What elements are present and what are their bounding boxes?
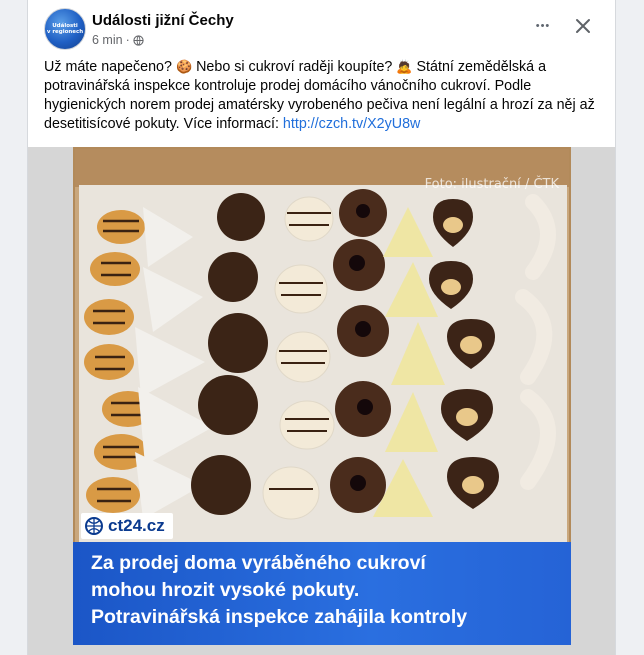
close-icon bbox=[576, 19, 590, 33]
page-avatar[interactable]: Události v regionech bbox=[44, 8, 86, 50]
logo-text: ct24.cz bbox=[108, 516, 165, 535]
post-link[interactable]: http://czch.tv/X2yU8w bbox=[283, 116, 420, 132]
more-button[interactable]: ••• bbox=[529, 12, 557, 40]
cookie-emoji: 🍪 bbox=[175, 60, 193, 75]
post-meta: 6 min · bbox=[92, 33, 144, 47]
post-time[interactable]: 6 min bbox=[92, 33, 123, 47]
post-media[interactable]: Foto: ilustrační / ČTK ct24.cz Za prodej… bbox=[28, 147, 615, 655]
news-headline-banner: Za prodej doma vyráběného cukroví mohou … bbox=[73, 542, 571, 645]
close-button[interactable] bbox=[569, 12, 597, 40]
post-card: Události v regionech Události jižní Čech… bbox=[27, 0, 616, 655]
meta-separator: · bbox=[125, 33, 130, 47]
photo-credit: Foto: ilustrační / ČTK bbox=[424, 177, 559, 192]
ct24-logo: ct24.cz bbox=[81, 513, 173, 539]
cookies-photo: Foto: ilustrační / ČTK ct24.cz Za prodej… bbox=[73, 147, 571, 645]
headline-line-3: Potravinářská inspekce zahájila kontroly bbox=[91, 606, 468, 628]
headline-line-1: Za prodej doma vyráběného cukroví bbox=[91, 552, 426, 574]
more-icon: ••• bbox=[535, 20, 551, 32]
post-text-part2: Nebo si cukroví raději koupíte? bbox=[192, 59, 397, 75]
post-text-part1: Už máte napečeno? bbox=[44, 59, 176, 75]
avatar-text-2: v regionech bbox=[46, 29, 84, 35]
headline-line-2: mohou hrozit vysoké pokuty. bbox=[91, 579, 360, 601]
post-text: Už máte napečeno? 🍪 Nebo si cukroví radě… bbox=[44, 58, 604, 134]
ct24-logo-icon bbox=[85, 517, 103, 535]
post-header: Události v regionech Události jižní Čech… bbox=[42, 8, 605, 52]
page-name[interactable]: Události jižní Čechy bbox=[92, 12, 234, 29]
globe-icon bbox=[133, 34, 144, 46]
person-bowing-emoji: 🙇 bbox=[396, 60, 413, 75]
